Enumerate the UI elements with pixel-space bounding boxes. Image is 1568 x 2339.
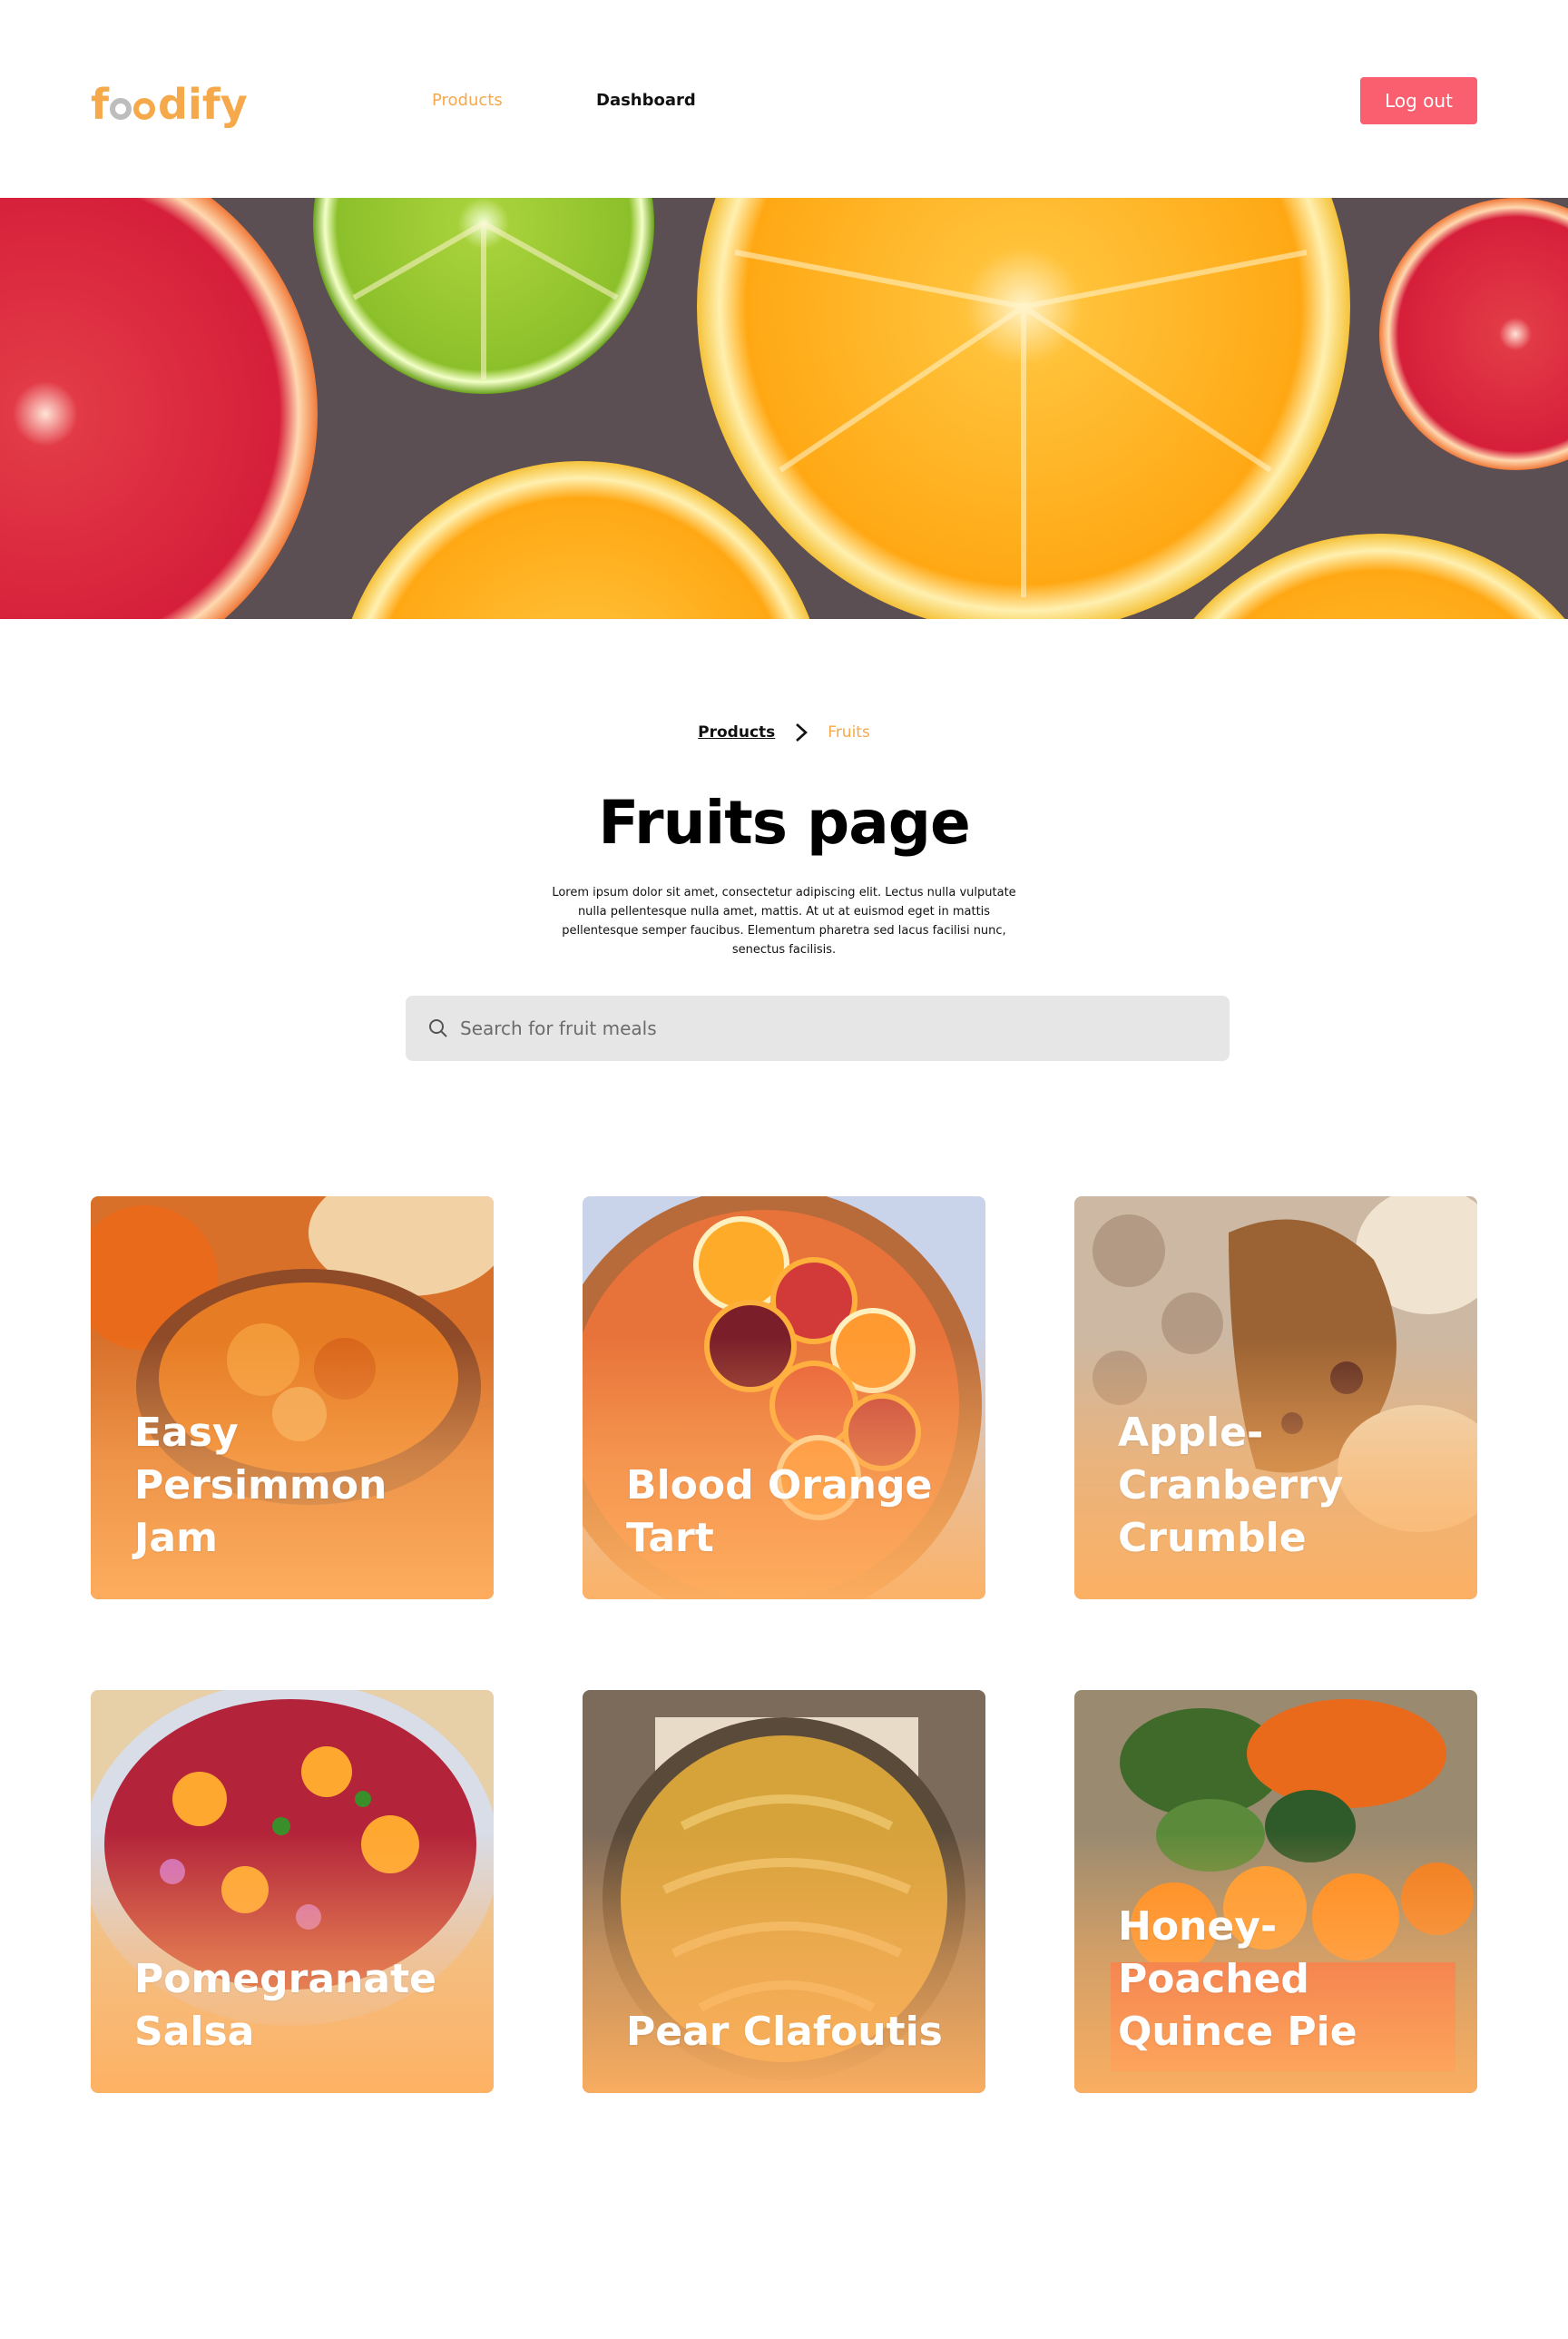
recipe-card-blood-orange-tart[interactable]: Blood Orange Tart	[583, 1196, 985, 1599]
page-title: Fruits page	[598, 788, 971, 858]
recipe-card-title: Blood Orange Tart	[626, 1462, 933, 1561]
recipe-card-pear-clafoutis[interactable]: Pear Clafoutis	[583, 1690, 985, 2093]
recipe-card-title: Pear Clafoutis	[626, 2009, 943, 2055]
search-icon	[427, 1017, 449, 1039]
page-description: Lorem ipsum dolor sit amet, consectetur …	[552, 886, 1016, 957]
recipe-card-apple-cranberry-crumble[interactable]: Apple-Cranberry Crumble	[1074, 1196, 1477, 1599]
breadcrumb-products-link[interactable]: Products	[698, 723, 775, 742]
foodify-logo[interactable]: f dify	[91, 78, 248, 131]
logo-oo-mark	[110, 89, 157, 120]
recipe-card-title: Apple-Cranberry Crumble	[1118, 1410, 1344, 1561]
logo-letter-f: f	[91, 80, 110, 129]
recipe-card-pomegranate-salsa[interactable]: Pomegranate Salsa	[91, 1690, 494, 2093]
chevron-right-icon	[791, 722, 811, 742]
recipe-card-title: Easy Persimmon Jam	[134, 1410, 387, 1561]
search-bar[interactable]	[406, 996, 1230, 1061]
hero-citrus-image	[0, 198, 1568, 619]
search-input[interactable]	[460, 1017, 1204, 1039]
recipe-card-easy-persimmon-jam[interactable]: Easy Persimmon Jam	[91, 1196, 494, 1599]
nav-dashboard-link[interactable]: Dashboard	[596, 91, 696, 110]
logo-o-gray	[110, 98, 132, 120]
logo-letters-dify: dify	[158, 80, 248, 129]
logout-button[interactable]: Log out	[1360, 77, 1477, 124]
hero-citrus-illustration	[0, 198, 1568, 619]
logo-o-orange	[133, 98, 156, 120]
nav-products-link[interactable]: Products	[432, 91, 503, 110]
breadcrumb-current: Fruits	[828, 723, 870, 742]
top-navbar: f dify Products Dashboard Log out	[0, 0, 1568, 198]
recipe-card-honey-poached-quince-pie[interactable]: Honey-Poached Quince Pie	[1074, 1690, 1477, 2093]
breadcrumb: Products Fruits	[0, 722, 1568, 742]
recipe-card-title: Honey-Poached Quince Pie	[1118, 1903, 1357, 2055]
recipe-card-title: Pomegranate Salsa	[134, 1956, 436, 2055]
